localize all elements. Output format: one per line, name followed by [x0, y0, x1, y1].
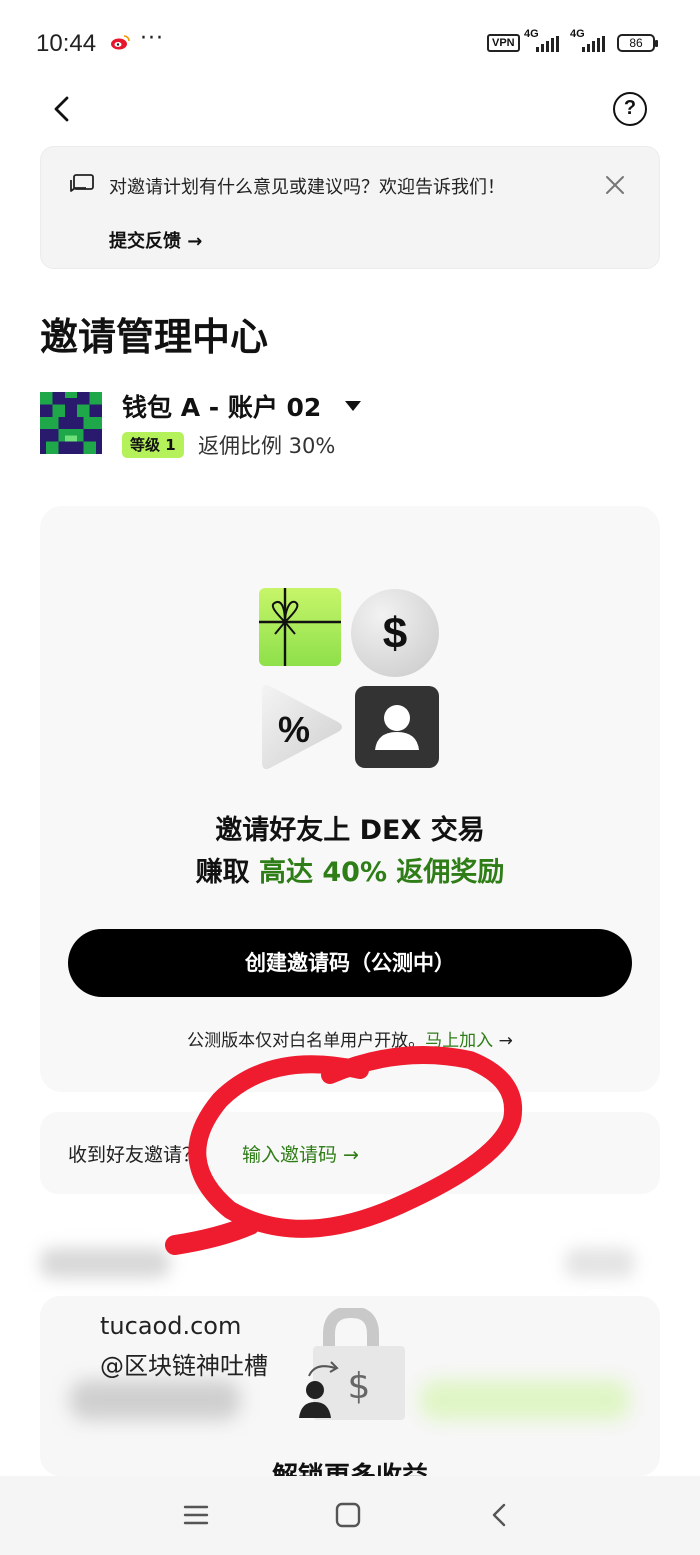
weibo-icon [111, 35, 130, 50]
create-invite-code-button[interactable]: 创建邀请码（公测中） [68, 929, 632, 997]
back-arrow-icon[interactable] [46, 92, 80, 126]
svg-text:$: $ [348, 1366, 371, 1407]
chat-bubble-icon [70, 174, 94, 192]
lock-icon: $ [299, 1308, 405, 1420]
whitelist-notice: 公测版本仅对白名单用户开放。马上加入 → [0, 1026, 700, 1051]
home-icon[interactable] [333, 1500, 363, 1530]
whitelist-text: 公测版本仅对白名单用户开放。 [187, 1031, 426, 1051]
page-title: 邀请管理中心 [40, 315, 269, 359]
user-profile-icon [355, 686, 439, 768]
level-badge: 等级 1 [122, 432, 184, 458]
join-link[interactable]: 马上加入 [425, 1031, 493, 1051]
feedback-banner: 对邀请计划有什么意见或建议吗？欢迎告诉我们！ 提交反馈 → [40, 146, 660, 269]
received-invite-row: 收到好友邀请？ 输入邀请码 → [40, 1112, 660, 1194]
enter-invite-code-link[interactable]: 输入邀请码 → [242, 1140, 359, 1167]
blurred-section-title [40, 1248, 170, 1278]
dollar-coin-icon: $ [351, 589, 439, 677]
account-name[interactable]: 钱包 A - 账户 02 [122, 388, 321, 424]
more-notifications-icon: ··· [140, 26, 164, 51]
unlock-more-title: 解锁更多收益 [0, 1456, 700, 1476]
account-avatar[interactable] [40, 392, 102, 454]
close-icon[interactable] [603, 173, 627, 197]
back-icon[interactable] [485, 1500, 515, 1530]
signal-icon: 4G [570, 28, 610, 54]
blurred-section-link [565, 1248, 635, 1278]
signal-icon: 4G [524, 28, 564, 54]
promo-subheadline: 赚取 高达 40% 返佣奖励 [0, 850, 700, 889]
promo-headline: 邀请好友上 DEX 交易 [215, 815, 485, 846]
rebate-rate: 返佣比例 30% [198, 434, 336, 458]
received-invite-question: 收到好友邀请？ [68, 1144, 202, 1166]
watermark-site: tucaod.com [100, 1312, 242, 1340]
svg-text:$: $ [383, 609, 407, 658]
blurred-stat [70, 1380, 240, 1420]
help-icon[interactable]: ? [613, 92, 647, 126]
svg-text:%: % [278, 709, 310, 750]
submit-feedback-link[interactable]: 提交反馈 → [109, 227, 202, 253]
menu-icon[interactable] [181, 1500, 211, 1530]
arrow-right-icon[interactable]: → [499, 1031, 513, 1051]
caret-down-icon[interactable] [344, 400, 362, 412]
status-bar: 10:44 ··· VPN 4G 4G 86 [0, 0, 700, 86]
battery-icon: 86 [617, 34, 658, 52]
system-nav-bar [0, 1476, 700, 1555]
gift-icon [259, 588, 341, 666]
feedback-message: 对邀请计划有什么意见或建议吗？欢迎告诉我们！ [109, 177, 505, 198]
percent-play-icon: % [262, 684, 342, 770]
watermark-handle: @区块链神吐槽 [100, 1352, 268, 1380]
promo-highlight: 高达 40% 返佣奖励 [258, 857, 505, 888]
vpn-icon: VPN [487, 34, 520, 52]
status-time: 10:44 [36, 30, 97, 57]
promo-subheadline-prefix: 赚取 [195, 857, 250, 888]
blurred-green-bar [420, 1380, 630, 1420]
